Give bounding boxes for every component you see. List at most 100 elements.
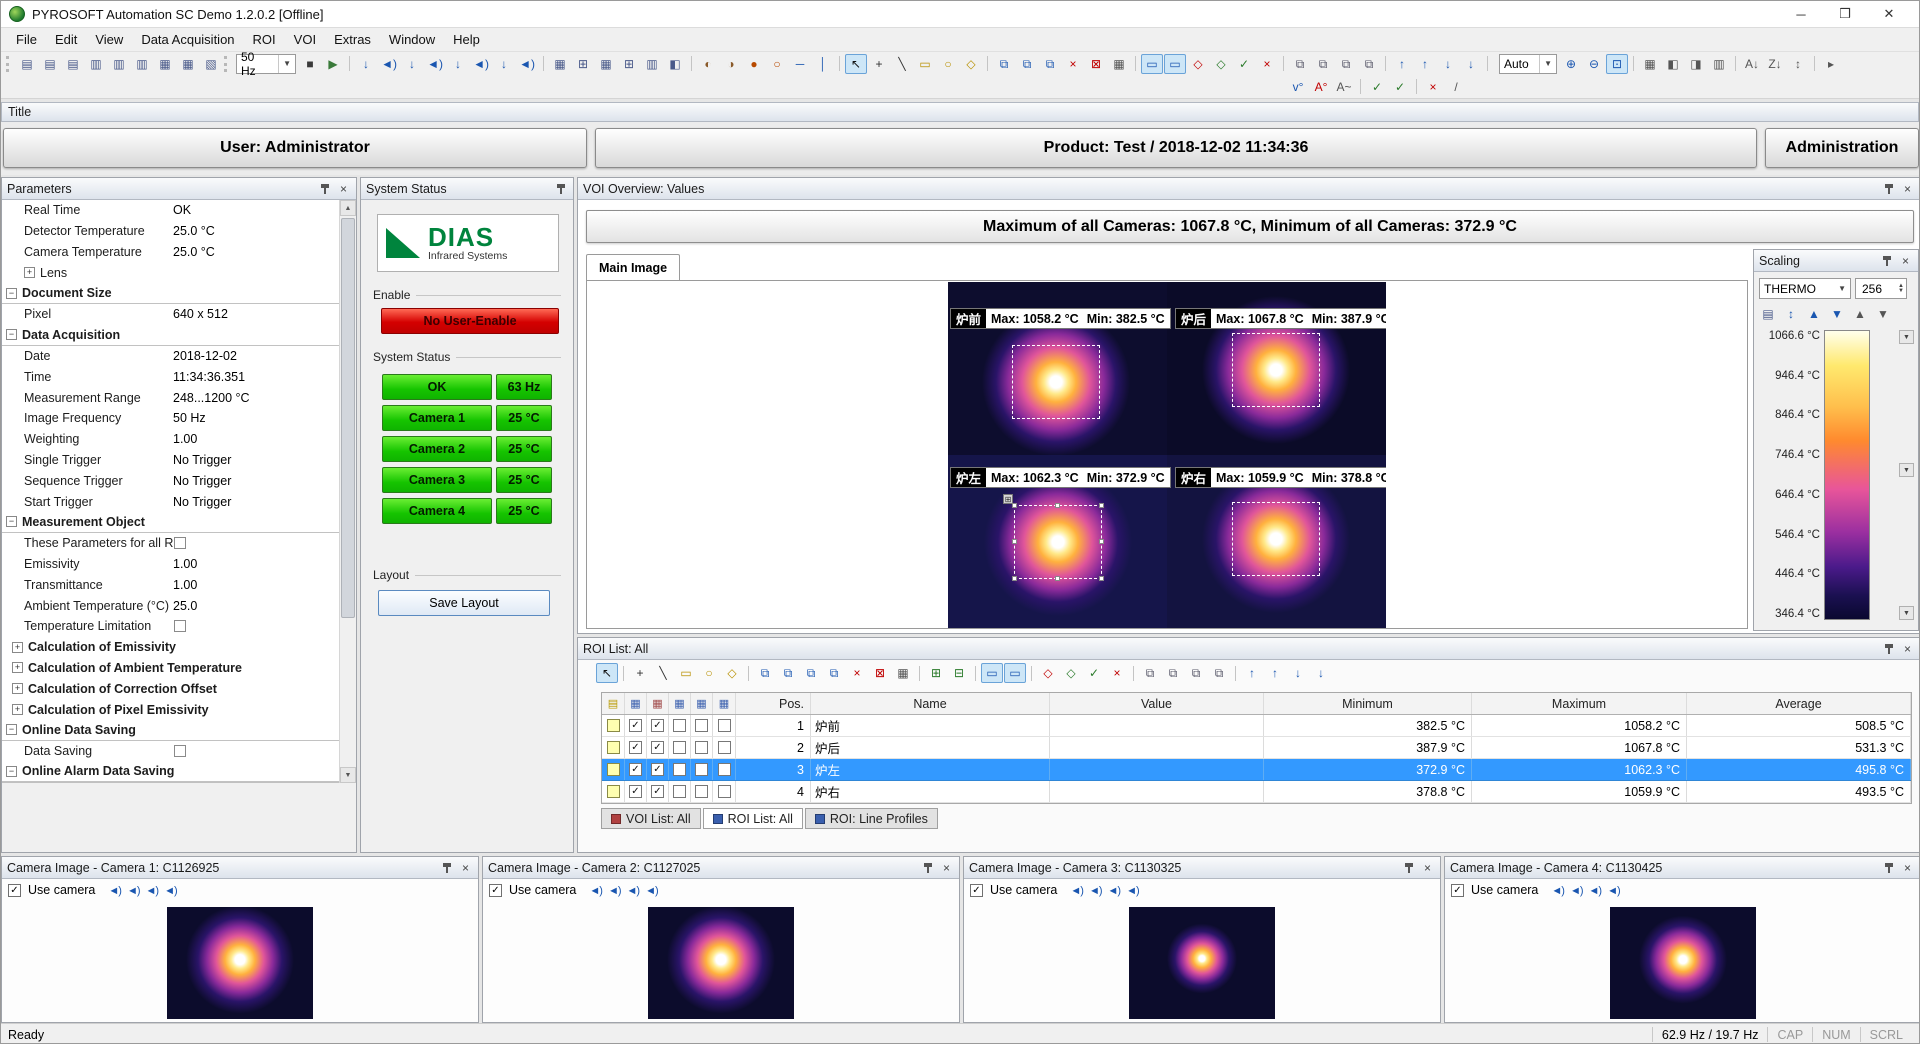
roi-show-values[interactable]: ▭ <box>1004 663 1026 683</box>
new-window-4[interactable]: ⧉ <box>1358 54 1380 74</box>
checkbox[interactable] <box>174 537 186 549</box>
roi-rectangle[interactable] <box>1012 345 1100 419</box>
status-name-button[interactable]: Camera 1 <box>382 405 492 431</box>
roi-checkbox[interactable] <box>629 741 642 754</box>
roi-select-tool[interactable]: ↖ <box>596 663 618 683</box>
roi-checkbox[interactable] <box>695 785 708 798</box>
dock-right[interactable]: ◨ <box>1685 54 1707 74</box>
palette-1[interactable]: ◐ <box>697 54 719 74</box>
pin-icon[interactable] <box>920 860 935 875</box>
checkbox[interactable] <box>174 745 186 757</box>
status-name-button[interactable]: OK <box>382 374 492 400</box>
palette-2[interactable]: ◑ <box>720 54 742 74</box>
roi-checkbox[interactable] <box>718 719 731 732</box>
parameter-row[interactable]: Emissivity 1.00 <box>2 554 340 575</box>
ellipse-roi-tool[interactable]: ○ <box>937 54 959 74</box>
close-icon[interactable]: × <box>1420 860 1435 875</box>
show-roi-names[interactable]: ▭ <box>1141 54 1163 74</box>
roi-checkbox[interactable] <box>629 785 642 798</box>
roi-rectangle[interactable] <box>1232 502 1320 576</box>
menu-item[interactable]: Data Acquisition <box>132 29 243 50</box>
audio-alarm-1[interactable]: ◄) <box>378 54 400 74</box>
frequency-combobox[interactable]: 50 Hz▼ <box>236 54 296 74</box>
use-camera-checkbox[interactable] <box>489 884 502 897</box>
window-layout-5[interactable]: ▥ <box>108 54 130 74</box>
roi-cancel[interactable]: × <box>1256 54 1278 74</box>
parameter-row[interactable]: Measurement Range 248...1200 °C <box>2 387 340 408</box>
roi-expand[interactable]: ⊞ <box>925 663 947 683</box>
roi-table-view[interactable]: ▦ <box>1108 54 1130 74</box>
pin-icon[interactable] <box>1879 253 1894 268</box>
status-value-button[interactable]: 25 °C <box>496 405 552 431</box>
point-roi-tool[interactable]: + <box>868 54 890 74</box>
roi-table-row[interactable]: 2 炉后 387.9 °C 1067.8 °C 531.3 °C <box>602 737 1911 759</box>
main-image-tab[interactable]: Main Image <box>586 254 680 281</box>
palette-settings[interactable]: ▤ <box>1757 304 1779 324</box>
parameter-row[interactable]: Online Alarm Data Saving <box>2 762 340 783</box>
pin-icon[interactable] <box>1881 641 1896 656</box>
current-output[interactable]: A° <box>1310 77 1332 97</box>
expand-icon[interactable] <box>24 267 35 278</box>
scroll-thumb[interactable] <box>341 218 355 618</box>
parameter-row[interactable]: Calculation of Correction Offset <box>2 678 340 699</box>
roi-window-4[interactable]: ⧉ <box>1208 663 1230 683</box>
rectangle-roi-tool[interactable]: ▭ <box>914 54 936 74</box>
parameter-row[interactable]: Document Size <box>2 283 340 304</box>
expand-icon[interactable] <box>12 642 23 653</box>
roi-color-swatch[interactable] <box>607 719 620 732</box>
scale-shrink[interactable]: ▼ <box>1872 304 1894 324</box>
pin-icon[interactable] <box>1881 181 1896 196</box>
roi-cancel[interactable]: × <box>1106 663 1128 683</box>
menu-item[interactable]: View <box>86 29 132 50</box>
expand-icon[interactable] <box>12 704 23 715</box>
pin-icon[interactable] <box>317 181 332 196</box>
roi-table-view[interactable]: ▦ <box>892 663 914 683</box>
autoscale-toggle[interactable]: ↕ <box>1780 304 1802 324</box>
column-header-value[interactable]: Value <box>1050 693 1264 714</box>
roi-move-up[interactable]: ↑ <box>1241 663 1263 683</box>
use-camera-checkbox[interactable] <box>8 884 21 897</box>
save-layout-button[interactable]: Save Layout <box>378 590 550 616</box>
roi-move-top[interactable]: ↑ <box>1264 663 1286 683</box>
menu-item[interactable]: Edit <box>46 29 86 50</box>
roi-checkbox[interactable] <box>695 741 708 754</box>
parameter-row[interactable]: Detector Temperature 25.0 °C <box>2 221 340 242</box>
parameter-row[interactable]: Ambient Temperature (°C) 25.0 <box>2 595 340 616</box>
roi-table-header[interactable]: ▤ ▦ ▦ ▦ ▦ ▦ Pos. Name Value Minimum Maxi… <box>602 693 1911 715</box>
select-tool[interactable]: ↖ <box>845 54 867 74</box>
expand-icon[interactable] <box>6 329 17 340</box>
paste-roi[interactable]: ⧉ <box>1039 54 1061 74</box>
close-icon[interactable]: × <box>1900 641 1915 656</box>
status-name-button[interactable]: Camera 3 <box>382 467 492 493</box>
list-view-tab[interactable]: ROI List: All <box>703 808 803 829</box>
move-up[interactable]: ↑ <box>1391 54 1413 74</box>
parameter-row[interactable]: Data Saving <box>2 741 340 762</box>
polygon-roi-tool[interactable]: ◇ <box>960 54 982 74</box>
parameter-row[interactable]: Real Time OK <box>2 200 340 221</box>
status-value-button[interactable]: 63 Hz <box>496 374 552 400</box>
close-icon[interactable]: × <box>939 860 954 875</box>
roi-delete[interactable]: × <box>846 663 868 683</box>
expand-icon[interactable] <box>12 662 23 673</box>
expand-icon[interactable] <box>12 683 23 694</box>
roi-checkbox[interactable] <box>673 763 686 776</box>
toolbar-grip[interactable] <box>6 56 11 72</box>
scale-up[interactable]: ▲ <box>1803 304 1825 324</box>
roi-rectangle[interactable] <box>1232 333 1320 407</box>
close-icon[interactable]: × <box>458 860 473 875</box>
roi-ellipse-tool[interactable]: ○ <box>698 663 720 683</box>
speaker-icon[interactable]: ◄) <box>645 885 658 897</box>
pin-icon[interactable] <box>439 860 454 875</box>
parameter-row[interactable]: Pixel 640 x 512 <box>2 304 340 325</box>
roi-checkbox[interactable] <box>651 785 664 798</box>
scale-expand[interactable]: ▲ <box>1849 304 1871 324</box>
main-thermal-image[interactable]: ⊞ 炉前 Max: 1058.2 °CMin: 382.5 °C 炉后 Max:… <box>948 282 1386 628</box>
parameter-row[interactable]: Start Trigger No Trigger <box>2 491 340 512</box>
menu-item[interactable]: Window <box>380 29 444 50</box>
parameter-row[interactable]: Sequence Trigger No Trigger <box>2 470 340 491</box>
roi-line-tool[interactable]: ╲ <box>652 663 674 683</box>
scale-marker-button[interactable]: ▼ <box>1899 606 1914 620</box>
roi-checkbox[interactable] <box>651 763 664 776</box>
parameters-scrollbar[interactable]: ▲ ▼ <box>339 200 356 783</box>
parameter-row[interactable]: Single Trigger No Trigger <box>2 450 340 471</box>
